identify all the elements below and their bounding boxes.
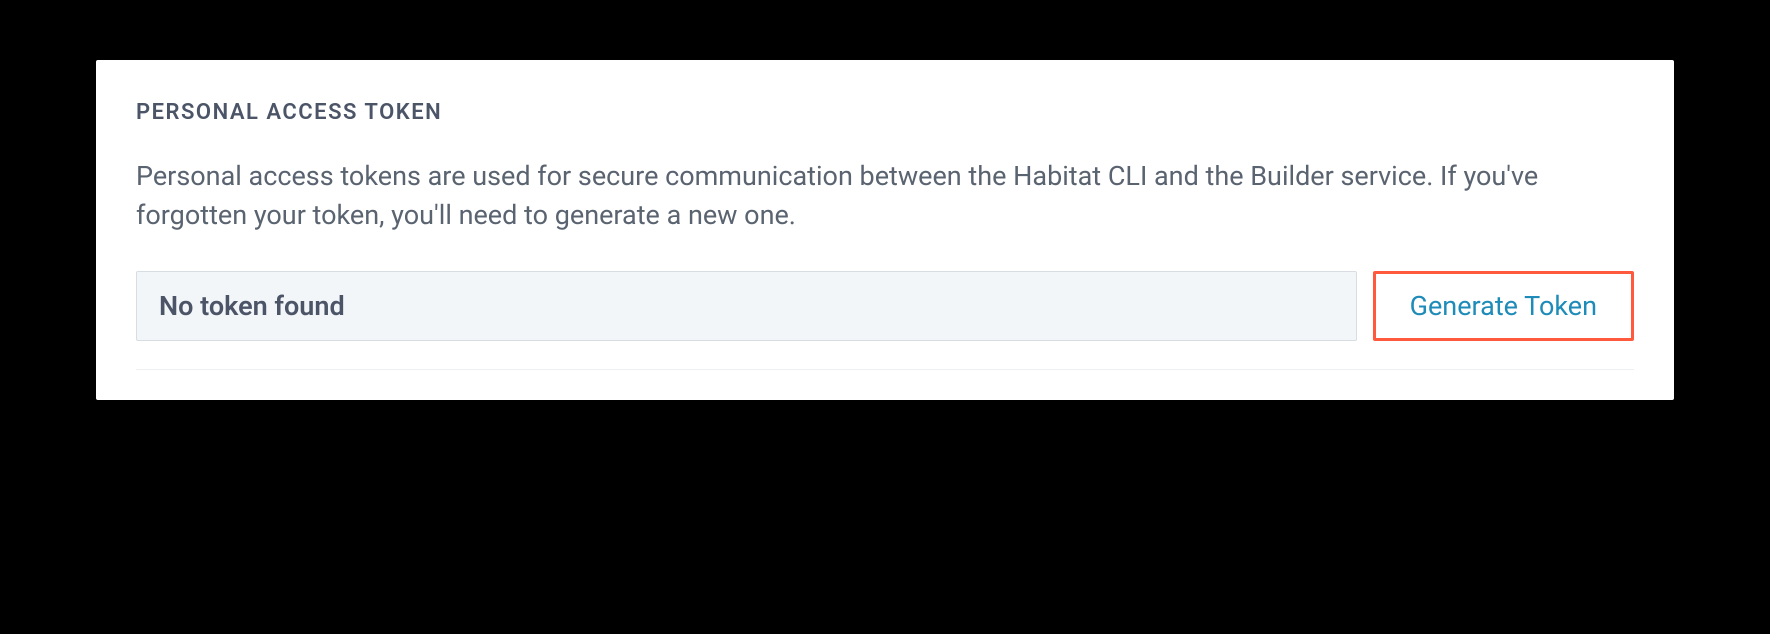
section-title: PERSONAL ACCESS TOKEN — [136, 100, 1634, 125]
section-divider — [136, 369, 1634, 370]
token-row: No token found Generate Token — [136, 271, 1634, 341]
token-display-field: No token found — [136, 271, 1357, 341]
section-description: Personal access tokens are used for secu… — [136, 157, 1634, 235]
generate-token-button[interactable]: Generate Token — [1373, 271, 1634, 341]
token-settings-card: PERSONAL ACCESS TOKEN Personal access to… — [96, 60, 1674, 400]
